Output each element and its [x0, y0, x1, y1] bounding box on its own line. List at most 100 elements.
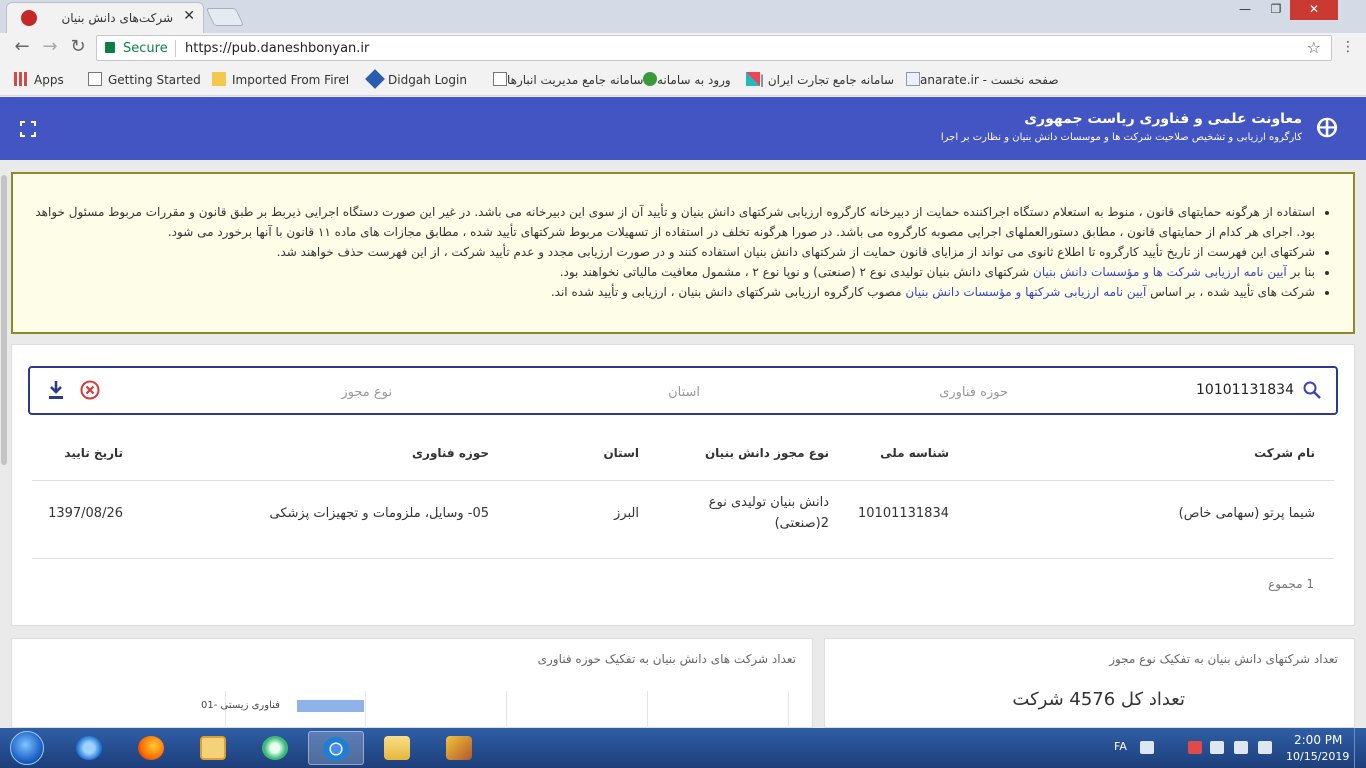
col-header-province[interactable]: استان	[603, 446, 639, 460]
site-logo-icon	[643, 72, 657, 86]
tab-title: شرکت‌های دانش بنیان	[61, 11, 173, 25]
download-icon[interactable]	[47, 380, 65, 400]
internet-explorer-icon	[76, 736, 102, 760]
bookmark-apps[interactable]: Apps	[14, 72, 64, 87]
forward-arrow-icon[interactable]: →	[38, 36, 62, 57]
tab-close-icon[interactable]: ✕	[183, 8, 195, 24]
page-icon	[88, 72, 102, 86]
folder-icon	[384, 736, 410, 760]
taskbar-chrome[interactable]	[308, 731, 364, 765]
taskbar-game[interactable]	[432, 731, 488, 765]
game-app-icon	[446, 736, 472, 760]
page-scrollbar[interactable]	[1, 175, 7, 465]
address-bar[interactable]: Secure https://pub.daneshbonyan.ir ☆	[96, 35, 1332, 61]
window-maximize-button[interactable]: ❐	[1262, 0, 1290, 20]
folder-icon	[212, 72, 226, 86]
fullscreen-icon[interactable]	[20, 121, 36, 137]
lock-icon	[105, 42, 115, 53]
url-text[interactable]: https://pub.daneshbonyan.ir	[185, 41, 369, 56]
page-icon	[493, 72, 507, 86]
license-chart-card: تعداد شرکتهای دانش بنیان به تفکیک نوع مج…	[824, 638, 1355, 728]
notice-item: بنا بر آیین نامه ارزیابی شرکت ها و مؤسسا…	[33, 262, 1315, 282]
keyboard-icon[interactable]	[1140, 741, 1154, 754]
reload-icon[interactable]: ↻	[66, 36, 90, 57]
search-bar: حوزه فناوری استان نوع مجوز	[28, 366, 1338, 415]
browser-titlebar: شرکت‌های دانش بنیان ✕ — ❐ ✕	[0, 0, 1366, 33]
taskbar-ie[interactable]	[62, 731, 118, 765]
col-header-tech-field[interactable]: حوزه فناوری	[412, 446, 489, 460]
taskbar-app[interactable]	[248, 731, 304, 765]
regulation-link[interactable]: آیین نامه ارزیابی شرکتها و مؤسسات دانش ب…	[905, 285, 1146, 299]
iran-emblem-icon: ⴲ	[1315, 114, 1339, 144]
back-arrow-icon[interactable]: ←	[10, 36, 34, 57]
secure-label: Secure	[123, 41, 168, 56]
window-close-button[interactable]: ✕	[1290, 0, 1338, 20]
col-header-national-id[interactable]: شناسه ملی	[880, 446, 949, 460]
license-chart-title: تعداد شرکتهای دانش بنیان به تفکیک نوع مج…	[1109, 652, 1338, 666]
browser-menu-icon[interactable]: ⋮	[1340, 39, 1356, 55]
chart-bar[interactable]	[297, 700, 364, 712]
snowflake-app-icon	[262, 736, 288, 760]
volume-icon[interactable]	[1234, 741, 1248, 754]
clock-time[interactable]: 2:00 PM	[1294, 733, 1342, 747]
cell-province: البرز	[614, 506, 639, 521]
col-header-license-type[interactable]: نوع مجوز دانش بنیان	[705, 446, 829, 460]
language-indicator[interactable]: FA	[1114, 740, 1127, 753]
windows-taskbar: FA 2:00 PM 10/15/2019	[0, 728, 1366, 768]
site-title: معاونت علمی و فناوری ریاست جمهوری	[1024, 111, 1302, 127]
site-subtitle: کارگروه ارزیابی و تشخیص صلاحیت شرکت ها و…	[940, 132, 1302, 143]
total-companies-count: تعداد کل 4576 شرکت	[1012, 689, 1185, 710]
notice-item: شرکتهای این فهرست از تاریخ تأیید کارگروه…	[33, 242, 1315, 262]
site-favicon-icon	[21, 10, 37, 26]
regulation-link[interactable]: آیین نامه ارزیابی شرکت ها و مؤسسات دانش …	[1033, 265, 1287, 279]
clock-date[interactable]: 10/15/2019	[1286, 750, 1349, 763]
province-filter[interactable]: استان	[668, 385, 700, 400]
taskbar-outlook[interactable]	[186, 731, 242, 765]
security-alert-icon[interactable]	[1188, 741, 1202, 754]
tech-chart-card: تعداد شرکت های دانش بنیان به تفکیک حوزه …	[11, 638, 813, 729]
apps-grid-icon	[14, 72, 28, 86]
search-icon[interactable]	[1302, 380, 1322, 400]
taskbar-explorer[interactable]	[370, 731, 426, 765]
tech-chart-title: تعداد شرکت های دانش بنیان به تفکیک حوزه …	[537, 652, 796, 666]
browser-toolbar: ← → ↻ Secure https://pub.daneshbonyan.ir…	[0, 33, 1366, 63]
window-minimize-button[interactable]: —	[1232, 0, 1258, 20]
bookmark-imported-firefox[interactable]: Imported From Firefc	[212, 72, 348, 87]
bookmark-login-system[interactable]: ورود به سامانه	[637, 72, 731, 87]
bookmark-star-icon[interactable]: ☆	[1307, 38, 1321, 57]
notice-item: استفاده از هرگونه حمایتهای قانون ، منوط …	[33, 202, 1315, 242]
start-button[interactable]	[10, 731, 44, 765]
didgah-logo-icon	[365, 69, 385, 89]
firefox-icon	[138, 736, 164, 760]
cell-company-name: شیما پرتو (سهامی خاص)	[1178, 506, 1315, 521]
browser-tab[interactable]: شرکت‌های دانش بنیان ✕	[6, 2, 204, 33]
cell-license-type: دانش بنیان تولیدی نوع	[708, 495, 829, 510]
bookmarks-bar: Apps Getting Started Imported From Firef…	[0, 63, 1366, 96]
bookmark-didgah-login[interactable]: Didgah Login	[365, 69, 467, 89]
bookmark-getting-started[interactable]: Getting Started	[88, 72, 201, 87]
search-input[interactable]	[1134, 382, 1294, 398]
result-total-count: 1 مجموع	[1268, 577, 1314, 591]
col-header-company-name[interactable]: نام شرکت	[1254, 446, 1315, 460]
cell-tech-field: 05- وسایل، ملزومات و تجهیزات پزشکی	[269, 506, 490, 521]
bookmark-warehouse-system[interactable]: سامانه جامع مدیریت انبارها	[487, 72, 643, 87]
network-icon[interactable]	[1210, 741, 1224, 754]
mail-icon	[200, 736, 226, 760]
bookmark-anarate[interactable]: صفحه نخست - anarate.ir	[900, 72, 1059, 87]
chart-category-label: فناوری زیستی -01	[201, 700, 280, 711]
clear-icon[interactable]	[80, 380, 100, 400]
cell-license-type-line2: 2(صنعتی)	[774, 516, 829, 531]
notice-item: شرکت های تأیید شده ، بر اساس آیین نامه ا…	[33, 282, 1315, 302]
cell-approval-date: 1397/08/26	[48, 506, 123, 521]
cell-national-id: 10101131834	[858, 506, 949, 521]
bookmark-iran-trade[interactable]: سامانه جامع تجارت ایران |	[740, 72, 894, 87]
tray-icon[interactable]	[1258, 741, 1272, 754]
new-tab-button[interactable]	[205, 8, 245, 26]
show-desktop-button[interactable]	[1354, 728, 1366, 768]
license-type-filter[interactable]: نوع مجوز	[341, 385, 392, 400]
col-header-approval-date[interactable]: تاریخ تایید	[64, 446, 123, 460]
chrome-icon	[323, 737, 349, 761]
page-icon	[906, 72, 920, 86]
taskbar-firefox[interactable]	[124, 731, 180, 765]
tech-field-filter[interactable]: حوزه فناوری	[939, 385, 1008, 400]
